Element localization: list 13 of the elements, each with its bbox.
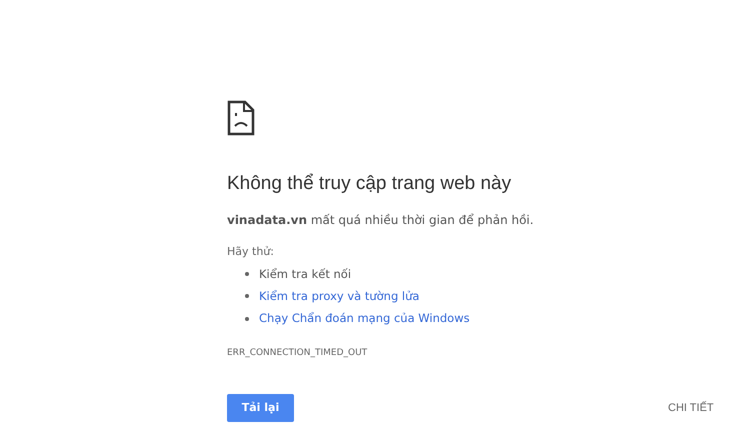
bullet-icon [245,294,249,298]
suggestion-link[interactable]: Kiểm tra proxy và tường lửa [259,288,420,305]
details-button[interactable]: CHI TIẾT [664,398,718,418]
error-title: Không thể truy cập trang web này [227,174,512,193]
suggestions-heading: Hãy thử: [227,244,274,260]
error-code: ERR_CONNECTION_TIMED_OUT [227,347,368,360]
bullet-icon [245,272,249,276]
suggestion-text: Kiểm tra kết nối [259,266,352,282]
bullet-icon [245,316,249,321]
sad-page-icon [227,100,255,136]
reload-button[interactable]: Tải lại [227,394,294,422]
suggestion-link[interactable]: Chạy Chẩn đoán mạng của Windows [259,310,470,328]
error-message: vinadata.vn mất quá nhiều thời gian để phản hồi. [227,212,534,229]
